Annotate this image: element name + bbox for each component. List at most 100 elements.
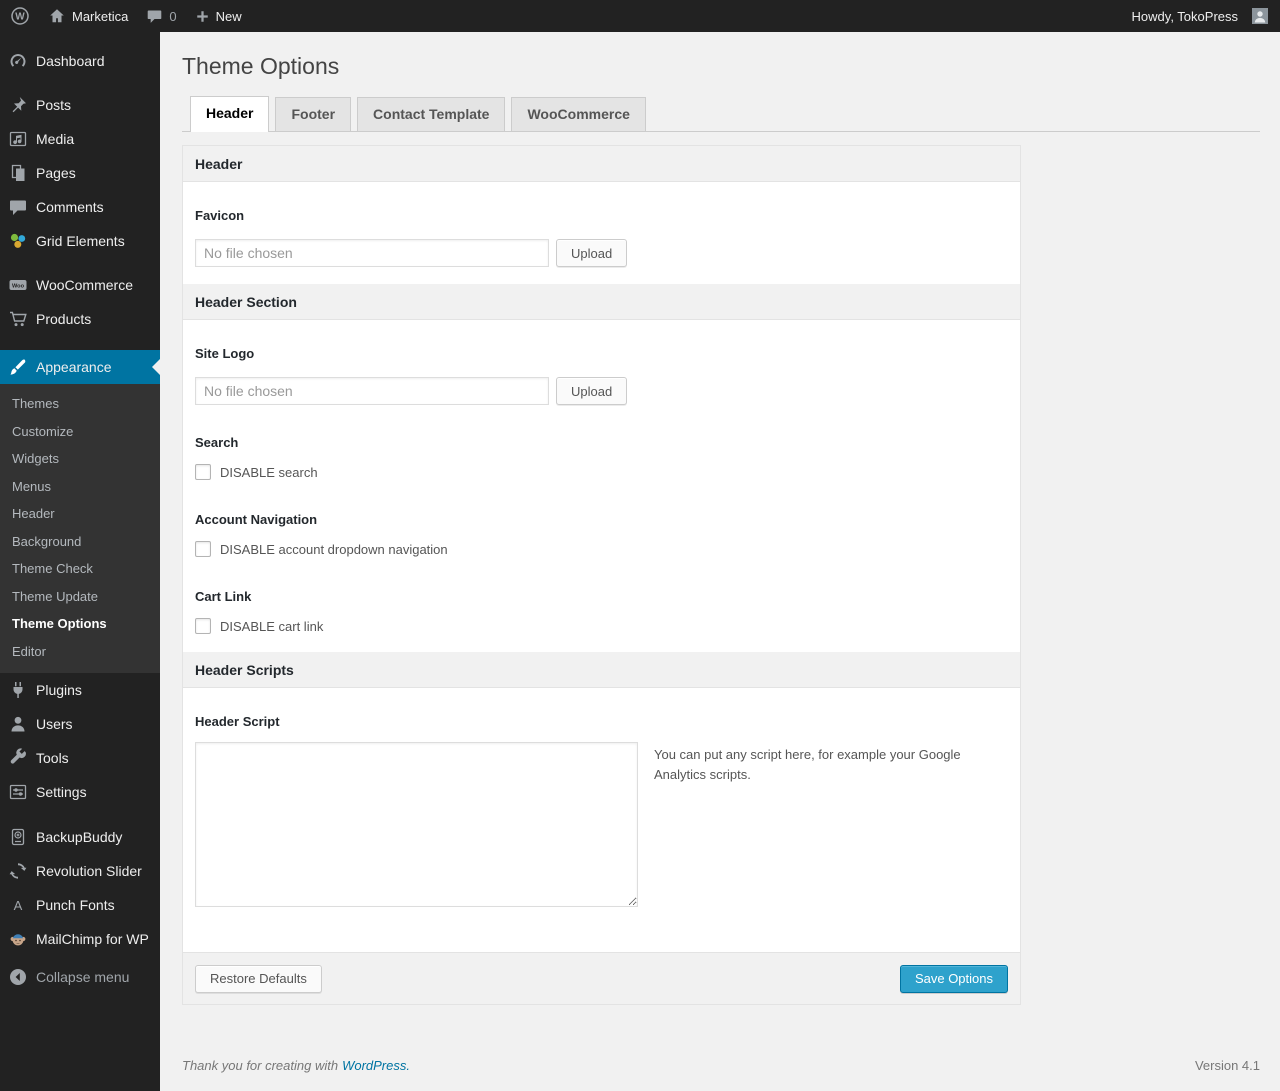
restore-defaults-button[interactable]: Restore Defaults	[195, 964, 322, 993]
tab-bar: Header Footer Contact Template WooCommer…	[182, 95, 1260, 132]
submenu-item-themes[interactable]: Themes	[0, 390, 160, 418]
header-script-label: Header Script	[195, 714, 280, 729]
wrench-icon	[8, 748, 28, 768]
section-header-header-section: Header Section	[183, 284, 1020, 320]
sidebar-item-comments[interactable]: Comments	[0, 190, 160, 224]
tab-header[interactable]: Header	[190, 96, 270, 132]
sidebar-item-posts[interactable]: Posts	[0, 88, 160, 122]
sidebar-item-mailchimp[interactable]: MailChimp for WP	[0, 922, 160, 956]
disable-account-nav-row: DISABLE account dropdown navigation	[195, 541, 1008, 557]
site-logo-upload-button[interactable]: Upload	[556, 377, 628, 405]
comment-icon	[8, 197, 28, 217]
submenu-item-header[interactable]: Header	[0, 500, 160, 528]
account-navigation-label: Account Navigation	[195, 512, 318, 527]
disable-account-nav-text: DISABLE account dropdown navigation	[220, 541, 448, 557]
sidebar-item-plugins[interactable]: Plugins	[0, 673, 160, 707]
submenu-item-theme-update[interactable]: Theme Update	[0, 583, 160, 611]
dashboard-icon	[8, 51, 28, 71]
disable-search-row: DISABLE search	[195, 464, 1008, 480]
pages-icon	[8, 163, 28, 183]
sidebar-item-punch-fonts[interactable]: A Punch Fonts	[0, 888, 160, 922]
sidebar-item-media[interactable]: Media	[0, 122, 160, 156]
section-header-header: Header	[183, 146, 1020, 182]
favicon-upload-button[interactable]: Upload	[556, 239, 628, 267]
cart-icon	[8, 309, 28, 329]
submenu-item-editor[interactable]: Editor	[0, 638, 160, 666]
disable-cart-link-row: DISABLE cart link	[195, 618, 1008, 634]
footer-thanks: Thank you for creating with WordPress.	[182, 1058, 410, 1073]
sidebar-item-settings[interactable]: Settings	[0, 775, 160, 809]
collapse-menu-button[interactable]: Collapse menu	[0, 960, 160, 994]
disable-search-checkbox[interactable]	[195, 464, 211, 480]
disable-account-nav-checkbox[interactable]	[195, 541, 211, 557]
site-name: Marketica	[72, 8, 129, 24]
submenu-item-theme-check[interactable]: Theme Check	[0, 555, 160, 583]
svg-text:W: W	[15, 12, 25, 23]
howdy-account-link[interactable]: Howdy, TokoPress	[1132, 8, 1268, 24]
sidebar-item-woocommerce[interactable]: Woo WooCommerce	[0, 268, 160, 302]
section-header-header-scripts: Header Scripts	[183, 652, 1020, 688]
theme-options-panel: Header Favicon Upload Header Section Sit…	[182, 145, 1021, 1005]
comments-shortcut[interactable]: 0	[146, 8, 177, 25]
sidebar-item-revolution-slider[interactable]: Revolution Slider	[0, 854, 160, 888]
panel-footer: Restore Defaults Save Options	[183, 952, 1020, 1004]
avatar-person-icon	[1252, 8, 1268, 24]
wordpress-logo[interactable]: W	[10, 6, 30, 26]
avatar	[1252, 8, 1268, 24]
tab-footer[interactable]: Footer	[275, 97, 352, 131]
grid-elements-icon	[8, 231, 28, 251]
home-icon	[50, 9, 64, 23]
submenu-item-background[interactable]: Background	[0, 528, 160, 556]
page-footer: Thank you for creating with WordPress. Ve…	[182, 1058, 1260, 1085]
comment-count: 0	[169, 8, 177, 24]
header-script-textarea[interactable]	[195, 742, 638, 907]
media-icon	[8, 129, 28, 149]
site-logo-label: Site Logo	[195, 346, 255, 361]
sidebar-item-backupbuddy[interactable]: BackupBuddy	[0, 820, 160, 854]
save-options-button[interactable]: Save Options	[899, 964, 1008, 993]
sidebar-item-pages[interactable]: Pages	[0, 156, 160, 190]
submenu-item-widgets[interactable]: Widgets	[0, 445, 160, 473]
disable-cart-link-checkbox[interactable]	[195, 618, 211, 634]
footer-version: Version 4.1	[1194, 1058, 1260, 1073]
page-title: Theme Options	[182, 53, 340, 79]
submenu-item-theme-options[interactable]: Theme Options	[0, 610, 160, 638]
settings-icon	[8, 782, 28, 802]
sidebar-item-dashboard[interactable]: Dashboard	[0, 44, 160, 78]
users-icon	[8, 714, 28, 734]
site-logo-file-input[interactable]	[195, 377, 549, 405]
cart-link-label: Cart Link	[195, 589, 252, 604]
disable-cart-link-text: DISABLE cart link	[220, 618, 324, 634]
sidebar-item-grid-elements[interactable]: Grid Elements	[0, 224, 160, 258]
sidebar-item-users[interactable]: Users	[0, 707, 160, 741]
appearance-submenu: Themes Customize Widgets Menus Header Ba…	[0, 384, 160, 673]
collapse-circle-icon	[8, 967, 28, 987]
sidebar-item-products[interactable]: Products	[0, 302, 160, 336]
favicon-label: Favicon	[195, 208, 245, 223]
tab-woocommerce[interactable]: WooCommerce	[511, 97, 646, 131]
submenu-item-menus[interactable]: Menus	[0, 473, 160, 501]
site-name-link[interactable]: Marketica	[48, 7, 128, 25]
plus-icon	[196, 10, 208, 22]
howdy-text: Howdy, TokoPress	[1131, 8, 1238, 24]
svg-text:A: A	[14, 898, 23, 913]
monkey-icon	[8, 929, 28, 949]
admin-bar: W Marketica 0 New Howdy, TokoPress	[0, 0, 1280, 32]
main-content: Theme Options Header Footer Contact Temp…	[160, 32, 1280, 1085]
sidebar-item-appearance[interactable]: Appearance	[0, 350, 160, 384]
disable-search-text: DISABLE search	[220, 464, 318, 480]
wordpress-link[interactable]: WordPress.	[342, 1058, 410, 1073]
search-label: Search	[195, 435, 239, 450]
backup-drive-icon	[8, 827, 28, 847]
woocommerce-icon: Woo	[8, 275, 28, 295]
sidebar-item-tools[interactable]: Tools	[0, 741, 160, 775]
plugin-icon	[8, 680, 28, 700]
favicon-file-input[interactable]	[195, 239, 549, 267]
wordpress-logo-icon: W	[11, 7, 29, 25]
svg-text:Woo: Woo	[12, 283, 25, 289]
tab-contact-template[interactable]: Contact Template	[357, 97, 506, 131]
header-script-help: You can put any script here, for example…	[654, 747, 961, 783]
submenu-item-customize[interactable]: Customize	[0, 418, 160, 446]
new-content-button[interactable]: New	[195, 9, 242, 24]
letter-a-icon: A	[8, 895, 28, 915]
